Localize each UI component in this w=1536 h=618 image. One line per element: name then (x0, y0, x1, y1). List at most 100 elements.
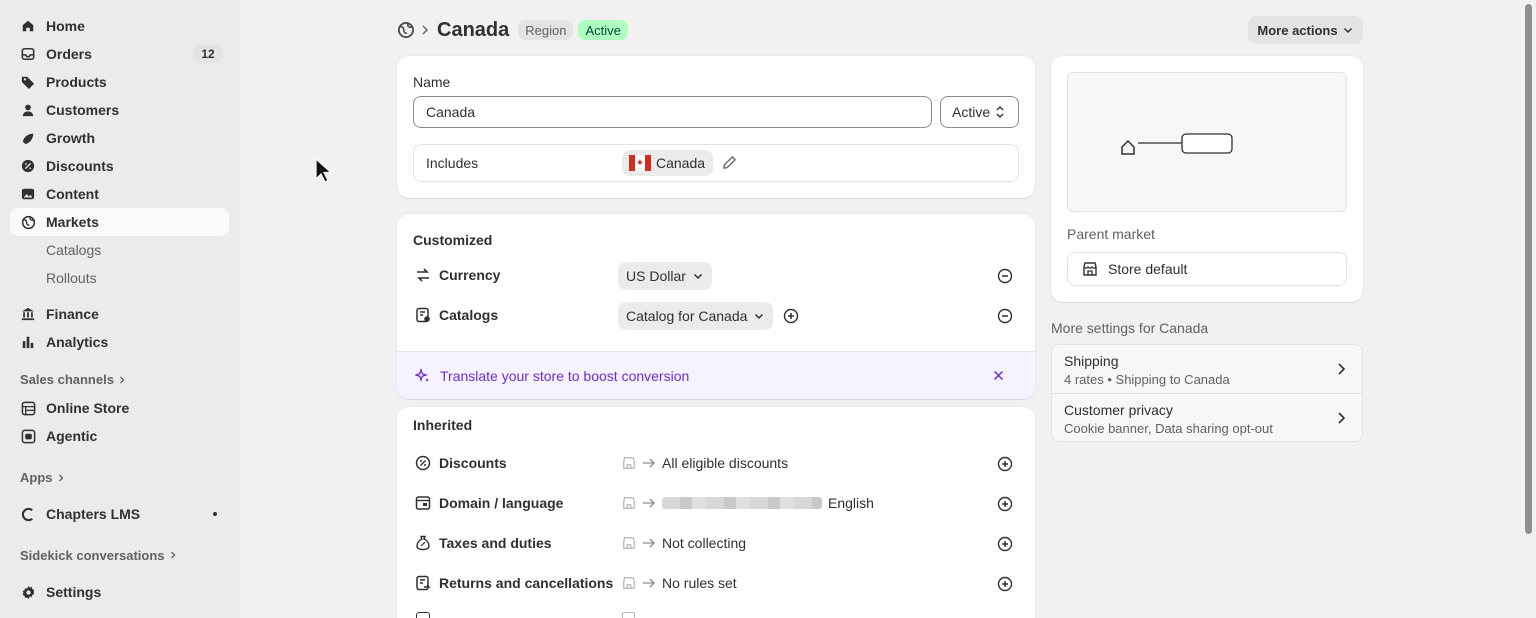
mouse-cursor-icon (315, 158, 332, 183)
add-returns-override-button[interactable] (996, 575, 1014, 593)
add-domain-override-button[interactable] (996, 495, 1014, 513)
store-outline-icon (623, 537, 635, 549)
status-select[interactable]: Active (940, 96, 1019, 128)
minus-circle-icon (997, 268, 1013, 284)
apps-heading[interactable]: Apps (20, 470, 65, 485)
edit-pencil-icon[interactable] (722, 155, 737, 170)
nav-content-label: Content (46, 186, 99, 202)
nav-rollouts[interactable]: Rollouts (46, 264, 97, 292)
nav-discounts[interactable]: Discounts (10, 152, 229, 180)
agent-icon (20, 428, 36, 444)
more-actions-label: More actions (1257, 22, 1338, 38)
nav-products-label: Products (46, 74, 107, 90)
parent-market-store-default[interactable]: Store default (1067, 252, 1347, 286)
sparkle-icon (415, 367, 429, 382)
domain-icon (415, 495, 433, 511)
nav-home[interactable]: Home (10, 12, 229, 40)
name-input[interactable]: Canada (413, 96, 932, 128)
money-bag-icon (415, 535, 433, 551)
inherited-value: All eligible discounts (622, 455, 788, 471)
catalogs-row-label: Catalogs (415, 307, 498, 323)
add-taxes-override-button[interactable] (996, 535, 1014, 553)
nav-chapters-label: Chapters LMS (46, 506, 141, 522)
inherited-row-returns: Returns and cancellations (415, 575, 613, 591)
canada-flag-icon: ✦ (629, 155, 651, 171)
banner-text: Translate your store to boost conversion (440, 367, 690, 384)
nav-chapters-lms[interactable]: Chapters LMS (10, 500, 229, 528)
add-catalog-button[interactable] (782, 307, 800, 325)
more-actions-button[interactable]: More actions (1248, 16, 1363, 44)
inbox-icon (20, 46, 36, 62)
inherited-value-text: No rules set (662, 575, 737, 591)
sidebar: Home Orders 12 Products Customers Growth… (0, 0, 240, 618)
store-outline-icon (623, 497, 635, 509)
bank-icon (20, 306, 36, 322)
nav-catalogs[interactable]: Catalogs (46, 236, 101, 264)
nav-online-store[interactable]: Online Store (10, 394, 229, 422)
chevron-right-icon (1338, 412, 1346, 424)
nav-settings[interactable]: Settings (10, 578, 229, 606)
nav-finance-label: Finance (46, 306, 99, 322)
inherited-row-label: Domain / language (439, 495, 564, 511)
currency-row-label: Currency (415, 267, 500, 283)
nav-content[interactable]: Content (10, 180, 229, 208)
chevron-right-icon (57, 474, 65, 482)
home-icon (20, 18, 36, 34)
returns-icon (415, 575, 433, 591)
shipping-settings-row[interactable]: Shipping 4 rates • Shipping to Canada (1052, 345, 1362, 394)
arrow-right-icon (643, 578, 655, 588)
customer-privacy-row[interactable]: Customer privacy Cookie banner, Data sha… (1052, 394, 1362, 443)
chapters-icon (20, 506, 36, 522)
inherited-value-text: Not collecting (662, 535, 747, 551)
inherited-row-label: Returns and cancellations (439, 575, 614, 591)
person-icon (20, 102, 36, 118)
market-diagram (1067, 72, 1347, 212)
market-hierarchy-illustration (1121, 133, 1233, 155)
country-chip-label: Canada (656, 155, 706, 171)
nav-products[interactable]: Products (10, 68, 229, 96)
nav-agentic[interactable]: Agentic (10, 422, 229, 450)
nav-analytics[interactable]: Analytics (10, 328, 229, 356)
more-settings-list: Shipping 4 rates • Shipping to Canada Cu… (1051, 344, 1363, 442)
includes-box (413, 144, 1019, 182)
sales-channels-heading[interactable]: Sales channels (20, 372, 126, 387)
inherited-value: No rules set (622, 575, 737, 591)
remove-catalogs-button[interactable] (996, 307, 1014, 325)
nav-markets[interactable]: Markets (10, 208, 229, 236)
scrollbar-thumb[interactable] (1525, 4, 1532, 534)
translate-banner[interactable]: Translate your store to boost conversion (397, 351, 1035, 399)
discount-icon (20, 158, 36, 174)
sidekick-heading[interactable]: Sidekick conversations (20, 548, 177, 562)
nav-orders[interactable]: Orders 12 (10, 40, 229, 68)
sidekick-label: Sidekick conversations (20, 548, 165, 562)
nav-growth-label: Growth (46, 130, 95, 146)
chevron-down-icon (755, 313, 764, 320)
includes-label: Includes (426, 155, 479, 171)
country-chip[interactable]: ✦ Canada (622, 150, 714, 176)
markets-globe-icon[interactable] (397, 21, 415, 39)
nav-finance[interactable]: Finance (10, 300, 229, 328)
nav-customers-label: Customers (46, 102, 120, 118)
growth-icon (20, 130, 36, 146)
nav-growth[interactable]: Growth (10, 124, 229, 152)
region-tag: Region (518, 20, 574, 40)
catalogs-dropdown[interactable]: Catalog for Canada (618, 302, 774, 330)
chevron-right-icon (118, 376, 126, 384)
currency-dropdown[interactable]: US Dollar (618, 262, 712, 290)
store-icon (20, 400, 36, 416)
add-discount-override-button[interactable] (996, 455, 1014, 473)
remove-currency-button[interactable] (996, 267, 1014, 285)
arrow-right-icon (643, 458, 655, 468)
store-outline-icon (623, 457, 635, 469)
inherited-value-text: All eligible discounts (662, 455, 789, 471)
shipping-title: Shipping (1064, 353, 1119, 369)
chevron-down-icon (693, 273, 702, 280)
status-select-value: Active (952, 104, 991, 120)
apps-label: Apps (20, 470, 53, 485)
plus-circle-icon (997, 536, 1013, 552)
chevron-right-icon (169, 551, 177, 559)
nav-customers[interactable]: Customers (10, 96, 229, 124)
nav-online-store-label: Online Store (46, 400, 130, 416)
close-icon[interactable] (993, 370, 1013, 381)
status-badge: Active (578, 20, 628, 40)
